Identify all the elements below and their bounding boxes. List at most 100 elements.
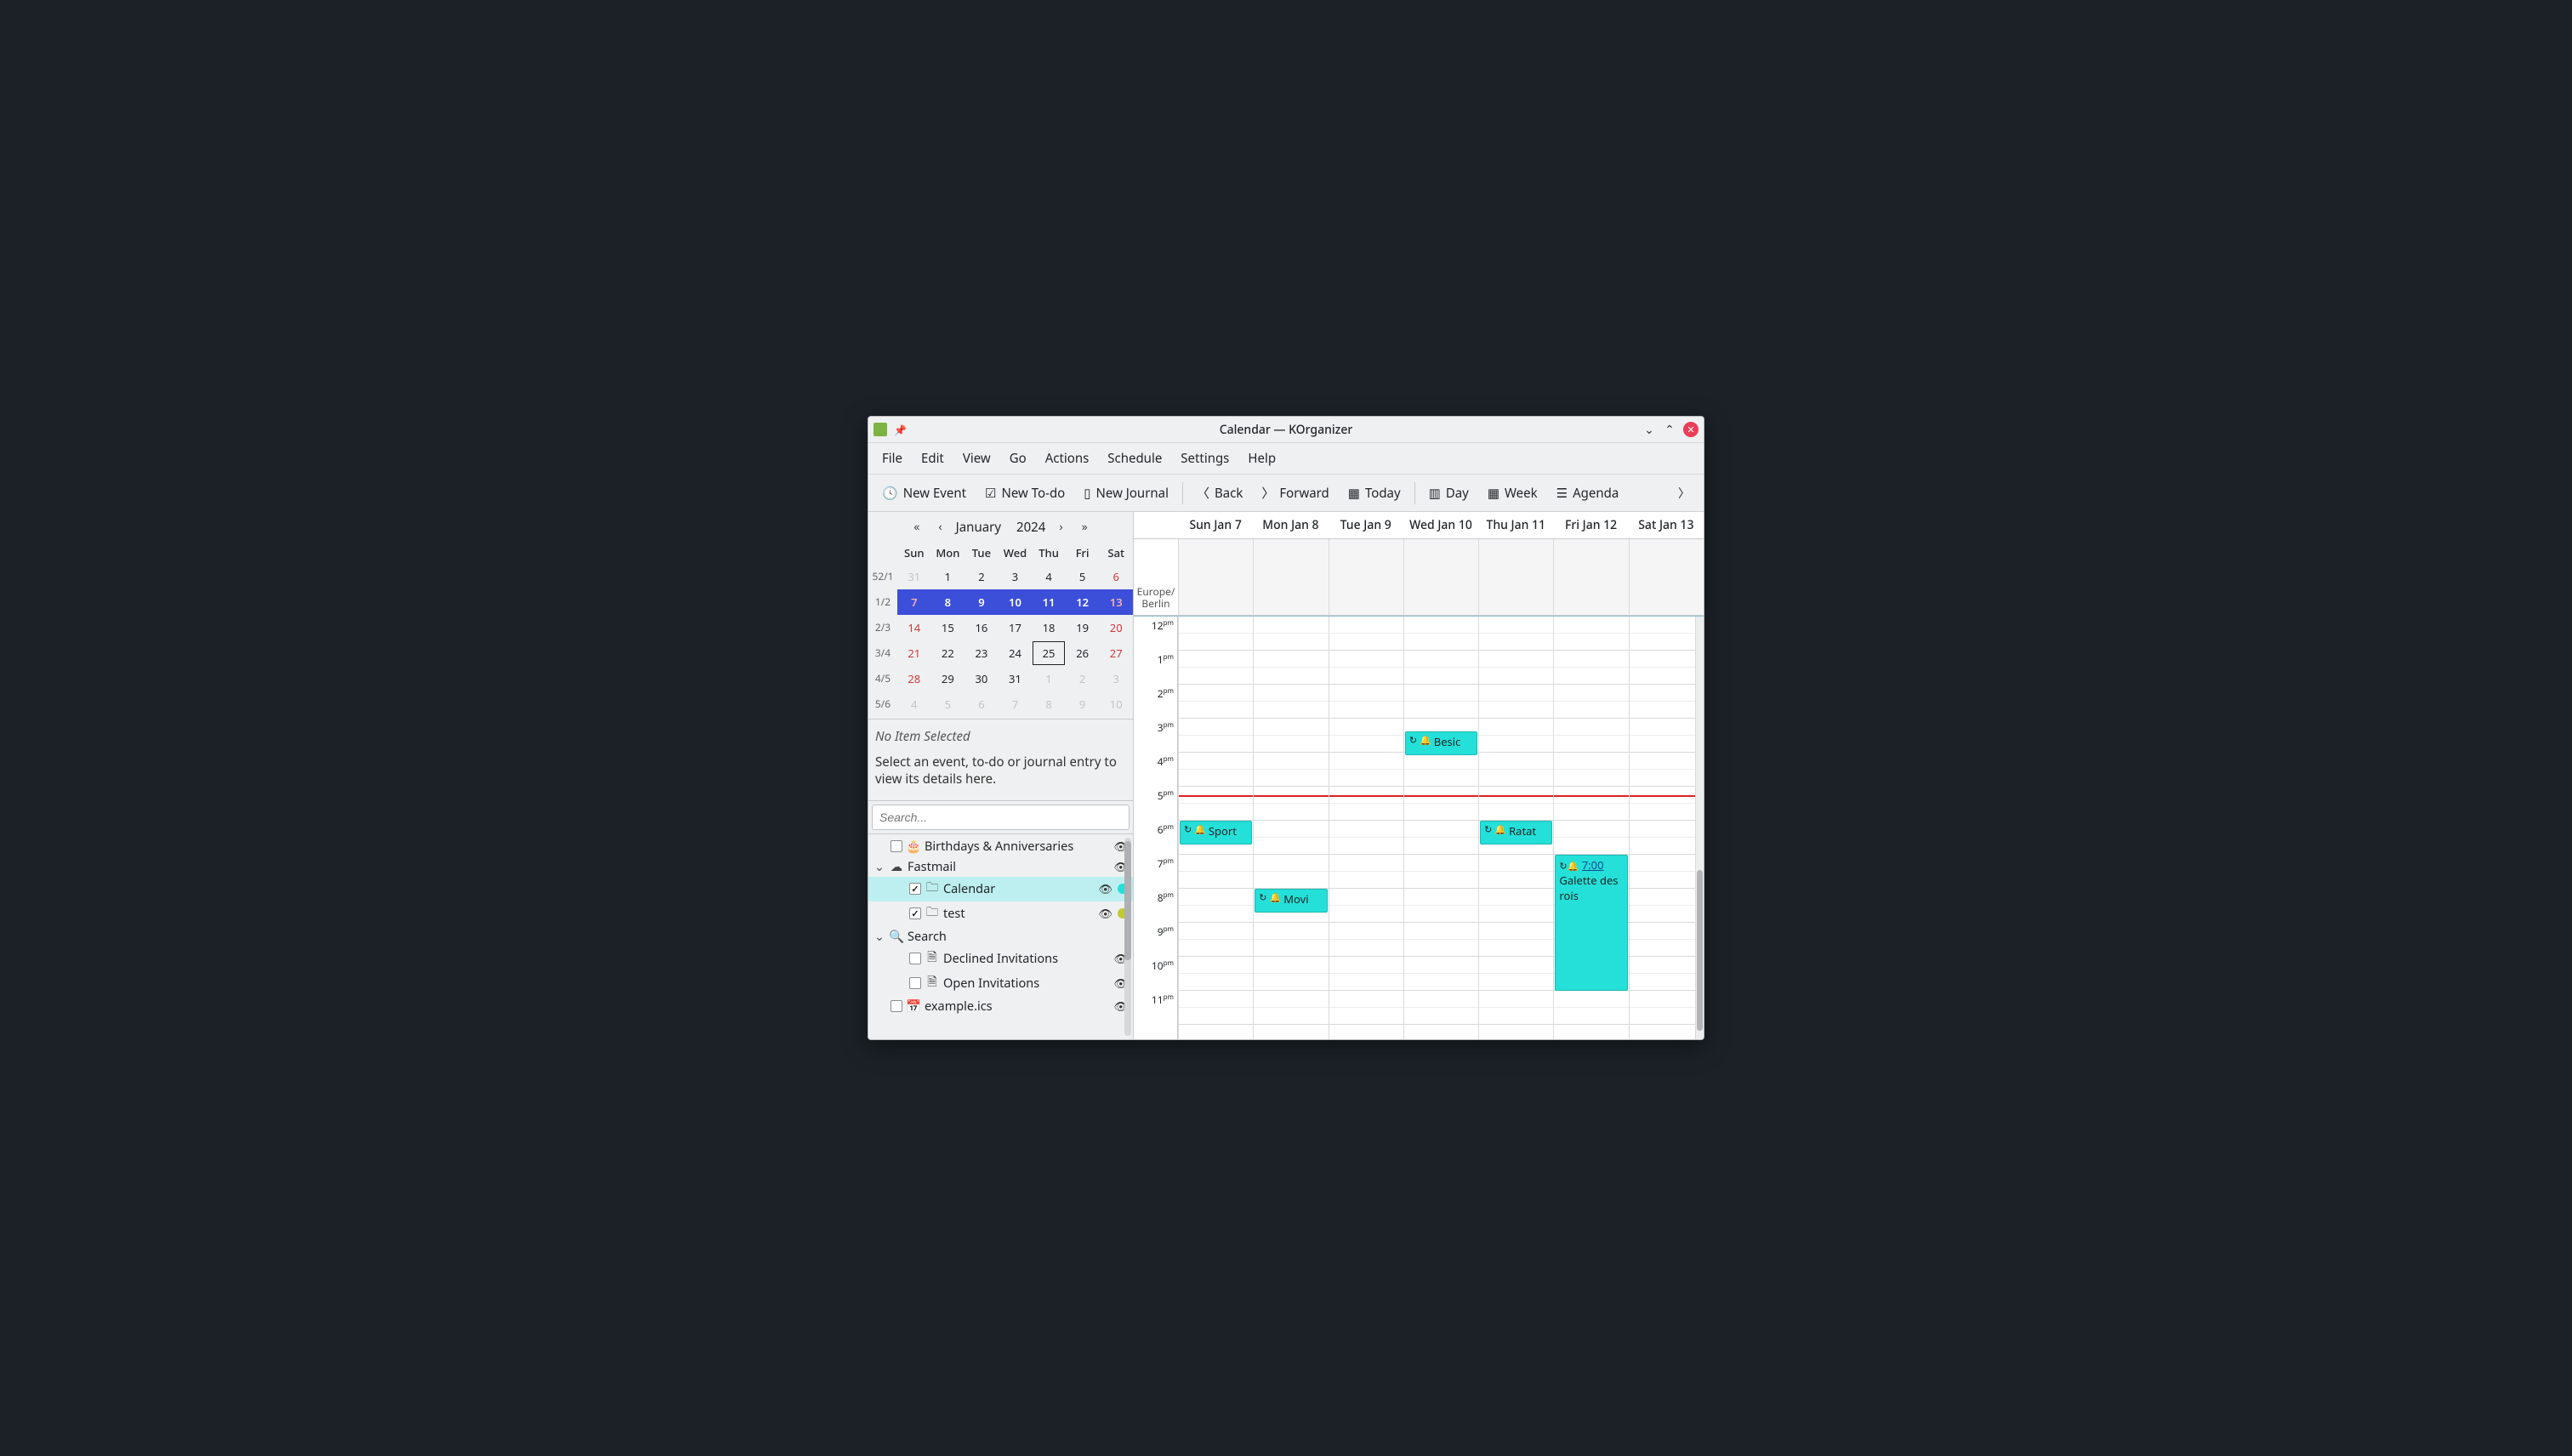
calendar-event[interactable]: ↻🔔 Movi (1255, 889, 1327, 913)
week-number[interactable]: 3/4 (868, 640, 897, 666)
calendar-tree-item[interactable]: 🗎Open Invitations👁 (868, 971, 1133, 996)
mini-day-cell[interactable]: 31 (897, 564, 931, 589)
prev-year-button[interactable]: « (908, 517, 925, 537)
mini-day-cell[interactable]: 7 (897, 589, 931, 615)
week-number[interactable]: 5/6 (868, 691, 897, 717)
allday-col[interactable] (1178, 539, 1253, 615)
calendar-tree-item[interactable]: 🗎Declined Invitations👁 (868, 947, 1133, 971)
mini-day-cell[interactable]: 20 (1099, 615, 1133, 640)
mini-day-cell[interactable]: 29 (931, 666, 965, 691)
menu-help[interactable]: Help (1239, 446, 1284, 470)
calendar-checkbox[interactable] (909, 977, 921, 989)
today-button[interactable]: ▦ Today (1340, 479, 1409, 508)
mini-day-cell[interactable]: 4 (1032, 564, 1066, 589)
day-view-button[interactable]: ▥ Day (1420, 479, 1477, 508)
mini-day-cell[interactable]: 8 (931, 589, 965, 615)
calendar-event[interactable]: ↻🔔 Sport (1180, 821, 1252, 845)
visibility-icon[interactable]: 👁 (1098, 881, 1112, 896)
mini-day-cell[interactable]: 21 (897, 640, 931, 666)
forward-button[interactable]: 〉 Forward (1253, 478, 1337, 508)
menu-edit[interactable]: Edit (913, 446, 953, 470)
new-event-button[interactable]: 🕓 New Event (873, 479, 975, 508)
visibility-icon[interactable]: 👁 (1098, 906, 1112, 921)
agenda-view-button[interactable]: ☰ Agenda (1548, 479, 1628, 508)
next-year-button[interactable]: » (1077, 517, 1093, 537)
mini-day-cell[interactable]: 16 (964, 615, 999, 640)
mini-day-cell[interactable]: 11 (1032, 589, 1066, 615)
grid-scrollbar[interactable] (1695, 617, 1704, 1039)
mini-day-cell[interactable]: 10 (999, 589, 1033, 615)
week-view-button[interactable]: ▦ Week (1479, 479, 1546, 508)
day-column[interactable]: ↻🔔 Ratat (1478, 617, 1553, 1039)
calendar-tree-item[interactable]: ⌄☁Fastmail👁 (868, 856, 1133, 877)
mini-day-cell[interactable]: 26 (1066, 640, 1100, 666)
mini-day-cell[interactable]: 6 (964, 691, 999, 717)
mini-day-cell[interactable]: 31 (999, 666, 1033, 691)
allday-col[interactable] (1329, 539, 1403, 615)
mini-day-cell[interactable]: 18 (1032, 615, 1066, 640)
tree-scrollbar[interactable] (1124, 838, 1131, 1037)
mini-day-cell[interactable]: 5 (931, 691, 965, 717)
calendar-checkbox[interactable] (909, 953, 921, 964)
week-number[interactable]: 4/5 (868, 666, 897, 691)
day-header[interactable]: Thu Jan 11 (1478, 512, 1553, 538)
mini-day-cell[interactable]: 25 (1032, 640, 1066, 666)
calendar-checkbox[interactable] (891, 840, 902, 852)
search-input[interactable] (872, 805, 1130, 830)
close-button[interactable]: ✕ (1683, 422, 1699, 437)
calendar-tree-item[interactable]: 🗀test👁 (868, 901, 1133, 926)
mini-day-cell[interactable]: 5 (1066, 564, 1100, 589)
week-number[interactable]: 2/3 (868, 615, 897, 640)
expand-icon[interactable]: ⌄ (873, 858, 885, 875)
mini-day-cell[interactable]: 2 (964, 564, 999, 589)
allday-col[interactable] (1403, 539, 1478, 615)
mini-day-cell[interactable]: 3 (1099, 666, 1133, 691)
mini-day-cell[interactable]: 1 (1032, 666, 1066, 691)
minimize-button[interactable] (1642, 423, 1656, 436)
pin-icon[interactable]: 📌 (894, 423, 907, 437)
mini-calendar-month[interactable]: January (956, 519, 1001, 536)
mini-day-cell[interactable]: 15 (931, 615, 965, 640)
allday-col[interactable] (1478, 539, 1553, 615)
mini-day-cell[interactable]: 28 (897, 666, 931, 691)
menu-actions[interactable]: Actions (1037, 446, 1098, 470)
mini-day-cell[interactable]: 6 (1099, 564, 1133, 589)
maximize-button[interactable] (1663, 423, 1676, 436)
day-header[interactable]: Mon Jan 8 (1253, 512, 1328, 538)
day-header[interactable]: Tue Jan 9 (1329, 512, 1403, 538)
calendar-checkbox[interactable] (909, 883, 921, 895)
calendar-event[interactable]: ↻🔔 Besic (1405, 731, 1477, 755)
mini-day-cell[interactable]: 23 (964, 640, 999, 666)
prev-month-button[interactable]: ‹ (933, 517, 947, 537)
new-journal-button[interactable]: ▯ New Journal (1075, 479, 1177, 508)
day-header[interactable]: Fri Jan 12 (1553, 512, 1628, 538)
mini-day-cell[interactable]: 19 (1066, 615, 1100, 640)
mini-day-cell[interactable]: 10 (1099, 691, 1133, 717)
day-header[interactable]: Sat Jan 13 (1629, 512, 1704, 538)
menu-go[interactable]: Go (1001, 446, 1035, 470)
day-column[interactable]: ↻🔔 Movi (1253, 617, 1328, 1039)
mini-day-cell[interactable]: 1 (931, 564, 965, 589)
mini-day-cell[interactable]: 7 (999, 691, 1033, 717)
menu-view[interactable]: View (954, 446, 999, 470)
mini-day-cell[interactable]: 9 (1066, 691, 1100, 717)
mini-day-cell[interactable]: 27 (1099, 640, 1133, 666)
calendar-tree-item[interactable]: 🗀Calendar👁 (868, 877, 1133, 901)
expand-icon[interactable]: ⌄ (873, 928, 885, 945)
day-column[interactable] (1629, 617, 1704, 1039)
mini-day-cell[interactable]: 12 (1066, 589, 1100, 615)
calendar-tree-item[interactable]: 🎂Birthdays & Anniversaries👁 (868, 836, 1133, 856)
menu-file[interactable]: File (873, 446, 911, 470)
day-column[interactable]: ↻🔔 Besic (1403, 617, 1478, 1039)
mini-day-cell[interactable]: 3 (999, 564, 1033, 589)
next-month-button[interactable]: › (1054, 517, 1067, 537)
allday-col[interactable] (1629, 539, 1704, 615)
calendar-checkbox[interactable] (909, 907, 921, 919)
calendar-tree-item[interactable]: ⌄🔍Search (868, 926, 1133, 947)
week-number[interactable]: 52/1 (868, 564, 897, 589)
day-header[interactable]: Sun Jan 7 (1178, 512, 1253, 538)
calendar-tree-item[interactable]: 📅example.ics👁 (868, 996, 1133, 1016)
menu-schedule[interactable]: Schedule (1099, 446, 1170, 470)
mini-day-cell[interactable]: 8 (1032, 691, 1066, 717)
calendar-event[interactable]: ↻🔔 7:00Galette des rois (1555, 855, 1627, 991)
